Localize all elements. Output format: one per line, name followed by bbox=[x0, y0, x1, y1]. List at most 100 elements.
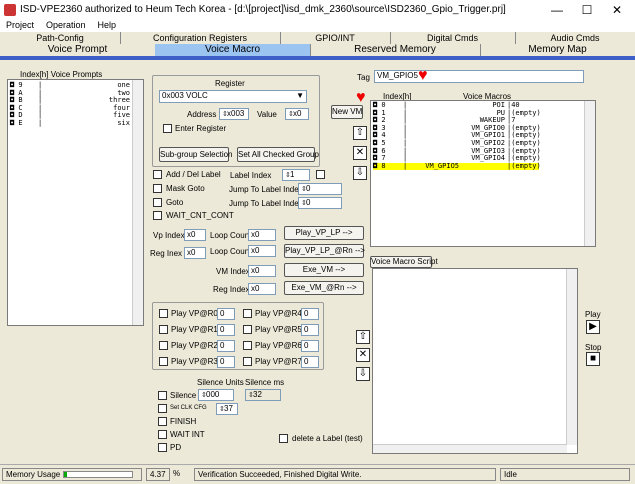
exe-vm-button[interactable]: Exe_VM --> bbox=[284, 263, 364, 277]
exe-vm-rn-button[interactable]: Exe_VM_@Rn --> bbox=[284, 281, 364, 295]
reg-inex-field[interactable]: x0 bbox=[184, 247, 206, 259]
vm-index-field[interactable]: x0 bbox=[248, 265, 276, 277]
tab-voice-prompt[interactable]: Voice Prompt bbox=[0, 44, 156, 56]
reg-index-field[interactable]: x0 bbox=[248, 283, 276, 295]
tab-gpio-int[interactable]: GPIO/INT bbox=[280, 32, 391, 44]
table-row[interactable]: ◘ 8 | VM_GPIO5 |(empty) bbox=[373, 161, 541, 171]
voice-macro-list[interactable]: ◘ 0 | POI |40 ◘ 1 | PU |(empty) ◘ 2 | WAKEUP |7 ◘ 3 |… bbox=[370, 100, 596, 247]
delete-label-checkbox[interactable] bbox=[279, 434, 288, 443]
voice-macro-script-area[interactable] bbox=[372, 268, 578, 454]
stop-icon[interactable]: ■ bbox=[586, 352, 600, 366]
tag-input[interactable]: VM_GPIO5 bbox=[374, 70, 584, 83]
menu-help[interactable]: Help bbox=[98, 20, 117, 30]
play-vp-field[interactable]: 0 bbox=[217, 324, 235, 336]
tab-voice-macro[interactable]: Voice Macro bbox=[155, 44, 311, 56]
minimize-button[interactable]: — bbox=[542, 2, 572, 18]
menu-operation[interactable]: Operation bbox=[46, 20, 86, 30]
play-vp-checkbox[interactable] bbox=[159, 357, 168, 366]
register-select[interactable]: 0x003 VOLC ▼ bbox=[159, 90, 307, 103]
maximize-button[interactable]: ☐ bbox=[572, 2, 602, 18]
play-vp-checkbox[interactable] bbox=[159, 309, 168, 318]
loop-count-field-2[interactable]: x0 bbox=[248, 245, 276, 257]
list-item[interactable]: ◘ D | five bbox=[10, 112, 134, 120]
play-vp-field[interactable]: 0 bbox=[217, 308, 235, 320]
tab-underline bbox=[0, 56, 635, 60]
new-vm-button[interactable]: New VM bbox=[331, 105, 363, 119]
play-vp-lp-button[interactable]: Play_VP_LP --> bbox=[284, 226, 364, 240]
play-vp-lp-rn-button[interactable]: Play_VP_LP_@Rn --> bbox=[284, 244, 365, 258]
play-vp-checkbox[interactable] bbox=[243, 341, 252, 350]
play-vp-field[interactable]: 0 bbox=[217, 340, 235, 352]
play-vp-field[interactable]: 0 bbox=[301, 356, 319, 368]
mask-goto-checkbox[interactable] bbox=[153, 184, 162, 193]
subgroup-selection-button[interactable]: Sub-group Selection bbox=[159, 147, 233, 162]
wait-int-label: WAIT INT bbox=[170, 430, 205, 439]
tab-path-config[interactable]: Path-Config bbox=[0, 32, 121, 44]
value-field[interactable]: ⇕x0 bbox=[285, 108, 309, 120]
goto-label: Goto bbox=[166, 198, 184, 207]
goto-checkbox[interactable] bbox=[153, 198, 162, 207]
delete-x-icon[interactable]: ✕ bbox=[353, 146, 367, 160]
heart-icon: ♥ bbox=[356, 89, 366, 106]
play-icon[interactable]: ▶ bbox=[586, 320, 600, 334]
address-field[interactable]: ⇕x003 bbox=[219, 108, 249, 120]
pd-checkbox[interactable] bbox=[158, 443, 167, 452]
vp-index-field[interactable]: x0 bbox=[184, 229, 206, 241]
label-index-field[interactable]: ⇕1 bbox=[282, 169, 310, 181]
play-vp-checkbox[interactable] bbox=[243, 357, 252, 366]
jump-mask-field[interactable]: ⇕0 bbox=[298, 183, 342, 195]
script-scrollbar-h[interactable] bbox=[373, 444, 567, 453]
wait-int-checkbox[interactable] bbox=[158, 430, 167, 439]
jump-goto-field[interactable]: ⇕0 bbox=[298, 197, 342, 209]
silence-checkbox[interactable] bbox=[158, 391, 167, 400]
voice-macro-script-button[interactable]: Voice Macro Script bbox=[370, 256, 438, 268]
play-vp-checkbox[interactable] bbox=[159, 341, 168, 350]
play-vp-checkbox[interactable] bbox=[243, 309, 252, 318]
list-item[interactable]: ◘ E | six bbox=[10, 119, 134, 128]
wait-cnt-cont-checkbox[interactable] bbox=[153, 211, 162, 220]
loop-count-label: Loop Count bbox=[210, 231, 252, 240]
label-index-checkbox[interactable] bbox=[316, 170, 325, 179]
voice-prompt-list[interactable]: ◘ 9 | one ◘ A | two ◘ B | three ◘ C | four ◘ D | five ◘… bbox=[7, 79, 144, 326]
list-item[interactable]: ◘ 9 | one bbox=[10, 81, 134, 90]
play-vp-checkbox[interactable] bbox=[243, 325, 252, 334]
menu-project[interactable]: Project bbox=[6, 20, 34, 30]
scrollbar[interactable] bbox=[584, 101, 595, 246]
script-scrollbar-v[interactable] bbox=[566, 269, 577, 445]
scrollbar[interactable] bbox=[132, 80, 143, 325]
loop-count-field[interactable]: x0 bbox=[248, 229, 276, 241]
add-del-label-checkbox[interactable] bbox=[153, 170, 162, 179]
macro-index: ◘ 8 bbox=[373, 161, 386, 170]
play-vp-label: Play VP@R5 bbox=[255, 325, 302, 334]
tab-reserved-memory[interactable]: Reserved Memory bbox=[310, 44, 481, 56]
play-vp-field[interactable]: 0 bbox=[301, 340, 319, 352]
close-button[interactable]: ✕ bbox=[602, 2, 632, 18]
silence-units-field[interactable]: ⇕000 bbox=[198, 389, 234, 401]
set-all-checked-group-button[interactable]: Set All Checked Group bbox=[237, 147, 319, 162]
set-clk-cfg-field[interactable]: ⇕37 bbox=[216, 403, 238, 415]
tab-audio-cmds[interactable]: Audio Cmds bbox=[515, 32, 635, 44]
tab-memory-map[interactable]: Memory Map bbox=[480, 44, 635, 56]
memory-usage-box: Memory Usage bbox=[2, 468, 142, 481]
script-up-icon[interactable]: ⇧ bbox=[356, 330, 370, 344]
play-vp-field[interactable]: 0 bbox=[301, 308, 319, 320]
play-vp-checkbox[interactable] bbox=[159, 325, 168, 334]
play-vp-label: Play VP@R6 bbox=[255, 341, 302, 350]
play-vp-field[interactable]: 0 bbox=[301, 324, 319, 336]
move-down-icon[interactable]: ⇩ bbox=[353, 166, 367, 180]
memory-usage-bar bbox=[63, 471, 133, 478]
macro-name: VM_GPIO5 bbox=[425, 161, 459, 170]
move-up-icon[interactable]: ⇧ bbox=[353, 126, 367, 140]
tab-digital-cmds[interactable]: Digital Cmds bbox=[390, 32, 516, 44]
finish-checkbox[interactable] bbox=[158, 417, 167, 426]
enter-register-checkbox[interactable] bbox=[163, 124, 172, 133]
script-delete-icon[interactable]: ✕ bbox=[356, 348, 370, 362]
script-down-icon[interactable]: ⇩ bbox=[356, 367, 370, 381]
macro-name: VM_GPIO4 bbox=[471, 154, 505, 163]
set-clk-cfg-checkbox[interactable] bbox=[158, 404, 167, 413]
silence-units-label: Silence Units bbox=[197, 378, 244, 387]
tab-configuration-registers[interactable]: Configuration Registers bbox=[120, 32, 281, 44]
memory-usage-label: Memory Usage bbox=[6, 470, 61, 479]
play-vp-field[interactable]: 0 bbox=[217, 356, 235, 368]
list-item-name: six bbox=[117, 119, 130, 127]
